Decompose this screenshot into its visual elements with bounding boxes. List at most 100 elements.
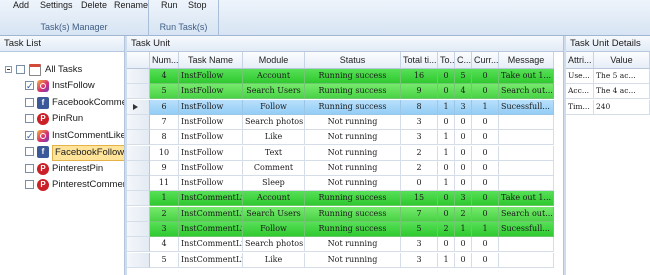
grid-cell[interactable]: 0 xyxy=(438,84,455,100)
grid-cell[interactable]: Sleep xyxy=(243,176,305,192)
grid-cell[interactable]: 3 xyxy=(401,252,438,268)
grid-cell[interactable]: Account xyxy=(243,69,305,84)
grid-cell[interactable]: 0 xyxy=(438,114,455,130)
grid-cell[interactable]: Running success xyxy=(305,84,401,100)
root-checkbox[interactable] xyxy=(16,65,25,74)
grid-cell[interactable]: InstFollow xyxy=(179,160,243,176)
grid-cell[interactable] xyxy=(499,160,554,176)
details-cell[interactable]: Tim... xyxy=(566,99,594,115)
grid-cell[interactable]: InstFollow xyxy=(179,176,243,192)
grid-cell[interactable]: 0 xyxy=(401,176,438,192)
grid-cell[interactable]: Running success xyxy=(305,69,401,84)
column-header[interactable]: Message xyxy=(499,52,554,69)
grid-cell[interactable]: Running success xyxy=(305,206,401,222)
details-row[interactable]: Tim... 240 xyxy=(566,99,650,115)
grid-cell[interactable]: Take out 1... xyxy=(499,69,554,84)
settings-button[interactable]: Settings xyxy=(40,0,73,10)
grid-cell[interactable] xyxy=(499,252,554,268)
details-cell[interactable]: 240 xyxy=(594,99,650,115)
grid-cell[interactable]: 0 xyxy=(472,252,499,268)
grid-cell[interactable]: 3 xyxy=(150,222,179,237)
row-header[interactable] xyxy=(127,145,150,161)
row-header[interactable] xyxy=(127,176,150,192)
grid-cell[interactable]: 3 xyxy=(401,130,438,146)
grid-cell[interactable]: 3 xyxy=(401,114,438,130)
row-header[interactable] xyxy=(127,69,150,84)
grid-cell[interactable]: 5 xyxy=(401,222,438,237)
grid-cell[interactable]: 0 xyxy=(438,191,455,207)
grid-cell[interactable]: InstFollow xyxy=(179,84,243,100)
tree-item[interactable]: f FacebookFollow xyxy=(0,144,124,161)
row-header[interactable] xyxy=(127,160,150,176)
details-column-header[interactable]: Value xyxy=(594,52,650,69)
grid-cell[interactable]: Not running xyxy=(305,145,401,161)
task-checkbox[interactable] xyxy=(25,78,34,94)
grid-cell[interactable]: 4 xyxy=(455,84,472,100)
details-cell[interactable]: Use... xyxy=(566,69,594,84)
grid-cell[interactable]: Not running xyxy=(305,237,401,253)
grid-cell[interactable]: 3 xyxy=(455,99,472,115)
grid-cell[interactable]: Text xyxy=(243,145,305,161)
details-row[interactable]: Use... The 5 ac... xyxy=(566,69,650,84)
grid-cell[interactable]: InstFollow xyxy=(179,114,243,130)
grid-cell[interactable]: InstFollow xyxy=(179,145,243,161)
grid-cell[interactable]: 1 xyxy=(150,191,179,207)
task-checkbox[interactable] xyxy=(25,97,34,107)
column-header[interactable]: Module xyxy=(243,52,305,69)
tree-item[interactable]: InstCommentLike xyxy=(0,128,124,144)
grid-cell[interactable] xyxy=(499,114,554,130)
row-header[interactable] xyxy=(127,252,150,268)
tree-item[interactable]: InstFollow xyxy=(0,78,124,94)
grid-cell[interactable]: 1 xyxy=(438,176,455,192)
grid-cell[interactable]: InstCommentLike xyxy=(179,222,243,237)
column-header[interactable]: Num... xyxy=(150,52,179,69)
grid-cell[interactable]: 0 xyxy=(455,176,472,192)
grid-cell[interactable]: 16 xyxy=(401,69,438,84)
grid-cell[interactable]: Take out 1... xyxy=(499,191,554,207)
grid-cell[interactable]: Search out... xyxy=(499,206,554,222)
grid-cell[interactable]: InstFollow xyxy=(179,99,243,115)
row-header[interactable] xyxy=(127,237,150,253)
grid-cell[interactable]: Search photos xyxy=(243,237,305,253)
task-unit-row[interactable]: 4InstCommentLikeSearch photosNot running… xyxy=(127,237,554,253)
grid-cell[interactable]: 7 xyxy=(150,114,179,130)
grid-cell[interactable]: InstFollow xyxy=(179,69,243,84)
grid-cell[interactable]: Running success xyxy=(305,222,401,237)
grid-cell[interactable]: 0 xyxy=(472,69,499,84)
grid-cell[interactable]: Not running xyxy=(305,160,401,176)
grid-cell[interactable]: Follow xyxy=(243,222,305,237)
grid-cell[interactable]: 1 xyxy=(438,130,455,146)
grid-cell[interactable]: InstCommentLike xyxy=(179,237,243,253)
grid-cell[interactable]: Like xyxy=(243,130,305,146)
grid-cell[interactable]: 0 xyxy=(472,84,499,100)
task-unit-row[interactable]: 7 InstFollow Search photos Not running 3 0 0 0 xyxy=(127,114,554,130)
grid-cell[interactable]: 3 xyxy=(455,191,472,207)
column-header[interactable]: Status xyxy=(305,52,401,69)
grid-cell[interactable]: Comment xyxy=(243,160,305,176)
grid-cell[interactable]: Search Users xyxy=(243,84,305,100)
task-unit-row[interactable]: 3InstCommentLikeFollowRunning success521… xyxy=(127,222,554,237)
task-checkbox[interactable] xyxy=(25,128,34,144)
grid-cell[interactable]: 1 xyxy=(472,99,499,115)
column-header[interactable]: To... xyxy=(438,52,455,69)
grid-cell[interactable]: 2 xyxy=(438,222,455,237)
grid-cell[interactable]: 2 xyxy=(401,145,438,161)
details-cell[interactable]: The 5 ac... xyxy=(594,69,650,84)
grid-cell[interactable]: Search Users xyxy=(243,206,305,222)
task-unit-row[interactable]: 6 InstFollow Follow Running success 8 1 3 1 Suce… xyxy=(127,99,554,115)
grid-cell[interactable]: Follow xyxy=(243,99,305,115)
task-unit-row[interactable]: 10 InstFollow Text Not running 2 1 0 0 xyxy=(127,145,554,161)
grid-cell[interactable]: 0 xyxy=(472,206,499,222)
tree-item[interactable]: P PinRun xyxy=(0,111,124,127)
delete-button[interactable]: Delete xyxy=(81,0,107,10)
grid-cell[interactable]: 0 xyxy=(455,160,472,176)
details-cell[interactable]: The 4 ac... xyxy=(594,84,650,100)
tree-item[interactable]: f FacebookCommer xyxy=(0,95,124,111)
grid-cell[interactable]: 2 xyxy=(150,206,179,222)
grid-cell[interactable]: 2 xyxy=(401,160,438,176)
grid-cell[interactable]: InstCommentLike xyxy=(179,206,243,222)
grid-cell[interactable] xyxy=(499,130,554,146)
grid-cell[interactable]: 8 xyxy=(401,99,438,115)
row-header[interactable] xyxy=(127,130,150,146)
grid-cell[interactable]: 11 xyxy=(150,176,179,192)
